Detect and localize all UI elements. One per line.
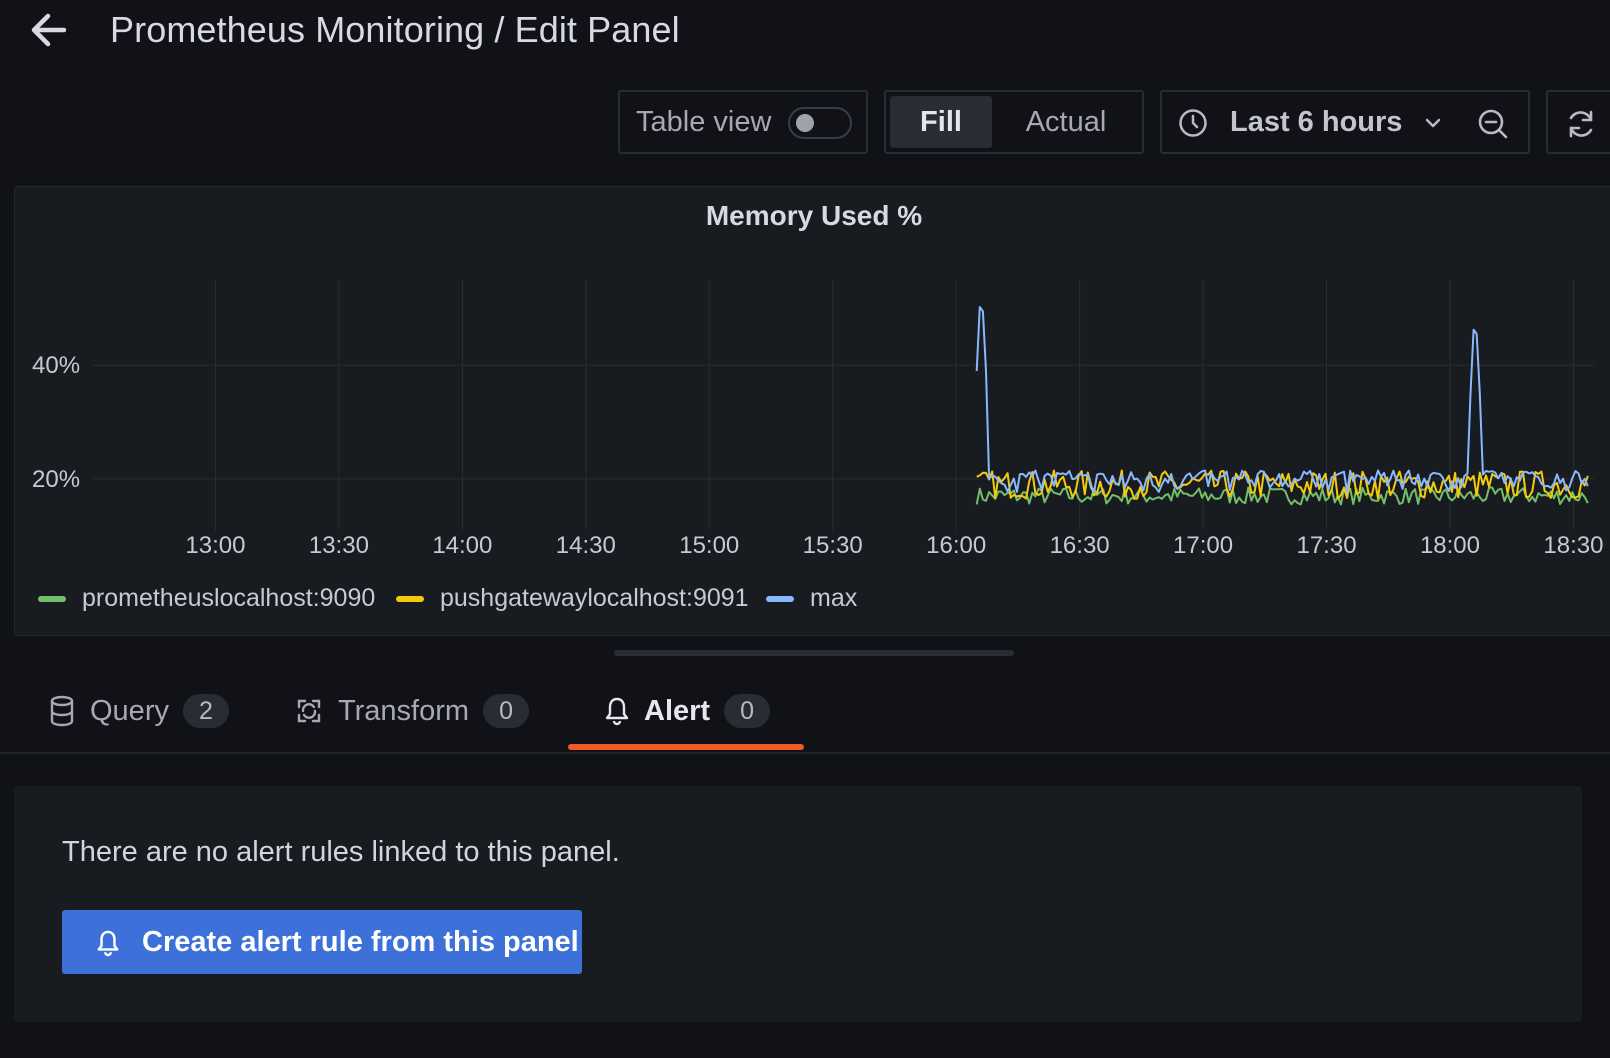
legend-label: pushgatewaylocalhost:9091 (440, 584, 749, 612)
create-alert-rule-button[interactable]: Create alert rule from this panel (62, 910, 582, 974)
legend-swatch-blue (766, 595, 794, 602)
switch-knob (796, 114, 814, 132)
time-range-picker[interactable]: Last 6 hours (1160, 90, 1460, 154)
legend-label: max (810, 584, 858, 612)
clock-icon (1179, 109, 1207, 137)
x-tick-label: 18:00 (1420, 532, 1480, 559)
transform-icon (297, 700, 321, 723)
memory-chart: 13:00 13:30 14:00 14:30 15:00 15:30 16:00 16:30… (32, 280, 1603, 559)
table-view-toggle-group: Table view (618, 90, 868, 154)
series-line-max (975, 306, 1589, 494)
x-tick-label: 14:30 (556, 532, 616, 559)
database-icon (50, 696, 74, 727)
fill-actual-radio-group: Fill Actual (884, 90, 1144, 154)
x-tick-label: 15:30 (803, 532, 863, 559)
time-range-label: Last 6 hours (1230, 106, 1403, 138)
tab-label: Query (90, 694, 169, 727)
tab-label: Alert (644, 694, 711, 727)
x-tick-label: 17:30 (1296, 532, 1356, 559)
create-alert-rule-label: Create alert rule from this panel (142, 926, 579, 958)
no-alert-rules-message: There are no alert rules linked to this … (62, 836, 620, 868)
tab-count-badge: 2 (182, 694, 229, 729)
back-button[interactable] (28, 8, 72, 52)
x-tick-label: 17:00 (1173, 532, 1233, 559)
bell-icon (97, 930, 119, 957)
arrow-left-icon (31, 13, 67, 47)
bell-icon (605, 698, 629, 726)
panel-title: Memory Used % (705, 200, 923, 231)
x-tick-label: 14:00 (432, 532, 492, 559)
tab-count-badge: 0 (483, 694, 530, 729)
legend-item-prometheus[interactable]: prometheuslocalhost:9090 (38, 584, 375, 620)
x-tick-label: 13:00 (185, 532, 245, 559)
actual-option[interactable]: Actual (994, 96, 1138, 148)
refresh-button[interactable] (1546, 90, 1610, 154)
legend-item-pushgateway[interactable]: pushgatewaylocalhost:9091 (396, 584, 749, 620)
x-tick-label: 16:00 (926, 532, 986, 559)
table-view-switch[interactable] (788, 107, 852, 139)
table-view-label: Table view (636, 106, 772, 138)
tabs-divider (0, 752, 1610, 754)
fill-option[interactable]: Fill (890, 96, 992, 148)
zoom-out-icon (1478, 109, 1508, 139)
chevron-down-icon (1425, 118, 1441, 128)
y-tick-label: 40% (32, 352, 80, 379)
tab-transform[interactable]: Transform 0 (294, 694, 530, 754)
alert-section (14, 786, 1582, 1022)
x-tick-label: 15:00 (679, 532, 739, 559)
x-tick-label: 13:30 (309, 532, 369, 559)
x-tick-label: 16:30 (1050, 532, 1110, 559)
legend-item-max[interactable]: max (766, 584, 857, 620)
legend-label: prometheuslocalhost:9090 (82, 584, 376, 612)
series-line-prometheus (975, 486, 1589, 506)
x-tick-label: 18:30 (1543, 532, 1603, 559)
legend-swatch-green (38, 595, 66, 602)
page-title: Prometheus Monitoring / Edit Panel (110, 9, 680, 50)
legend-swatch-yellow (396, 595, 424, 602)
refresh-icon (1569, 110, 1593, 138)
tab-count-badge: 0 (724, 694, 771, 729)
tab-query[interactable]: Query 2 (48, 694, 229, 754)
y-tick-label: 20% (32, 466, 80, 493)
active-tab-indicator (568, 744, 804, 750)
panel-resize-splitter[interactable] (614, 650, 1014, 656)
zoom-out-button[interactable] (1458, 90, 1530, 154)
tab-label: Transform (338, 694, 470, 727)
